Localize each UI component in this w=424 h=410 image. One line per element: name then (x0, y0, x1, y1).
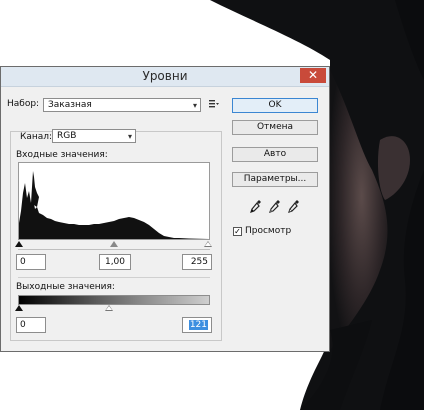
input-slider-track (18, 249, 210, 250)
output-gradient-bar (18, 295, 210, 305)
preview-checkbox[interactable]: ✓ (233, 227, 242, 236)
channel-label: Канал: (18, 132, 55, 142)
output-black-slider[interactable] (15, 305, 23, 311)
levels-dialog: Уровни ✕ Набор: Заказная ▾ Канал: RGB ▾ … (0, 66, 330, 352)
output-levels-label: Выходные значения: (16, 282, 115, 292)
output-white-value: 121 (188, 320, 208, 330)
gray-eyedropper-icon[interactable] (269, 199, 281, 213)
white-eyedropper-icon[interactable] (288, 199, 300, 213)
input-gamma-slider[interactable] (110, 241, 118, 247)
dialog-title: Уровни (142, 69, 188, 83)
input-levels-label: Входные значения: (16, 150, 108, 160)
input-black-slider[interactable] (15, 241, 23, 247)
cancel-button[interactable]: Отмена (232, 120, 318, 135)
input-black-field[interactable]: 0 (16, 254, 46, 270)
list-menu-icon[interactable] (209, 100, 219, 108)
ok-button[interactable]: OK (232, 98, 318, 113)
channel-value: RGB (57, 131, 77, 141)
divider (18, 277, 210, 278)
preset-label: Набор: (7, 99, 40, 109)
chevron-down-icon: ▾ (192, 101, 197, 110)
chevron-down-icon: ▾ (127, 132, 132, 141)
histogram (18, 162, 210, 240)
preset-dropdown[interactable]: Заказная ▾ (43, 98, 201, 112)
histogram-graph (19, 171, 209, 239)
preview-label: Просмотр (245, 226, 292, 236)
auto-button[interactable]: Авто (232, 147, 318, 162)
output-white-slider[interactable] (105, 305, 113, 311)
input-white-field[interactable]: 255 (182, 254, 212, 270)
input-gamma-field[interactable]: 1,00 (99, 254, 131, 270)
output-white-field[interactable]: 121 (182, 317, 212, 333)
black-eyedropper-icon[interactable] (250, 199, 262, 213)
output-black-field[interactable]: 0 (16, 317, 46, 333)
title-bar[interactable]: Уровни ✕ (1, 67, 329, 87)
options-button[interactable]: Параметры... (232, 172, 318, 187)
close-button[interactable]: ✕ (300, 68, 326, 83)
input-white-slider[interactable] (204, 241, 212, 247)
preset-value: Заказная (48, 100, 92, 110)
channel-dropdown[interactable]: RGB ▾ (52, 129, 136, 143)
